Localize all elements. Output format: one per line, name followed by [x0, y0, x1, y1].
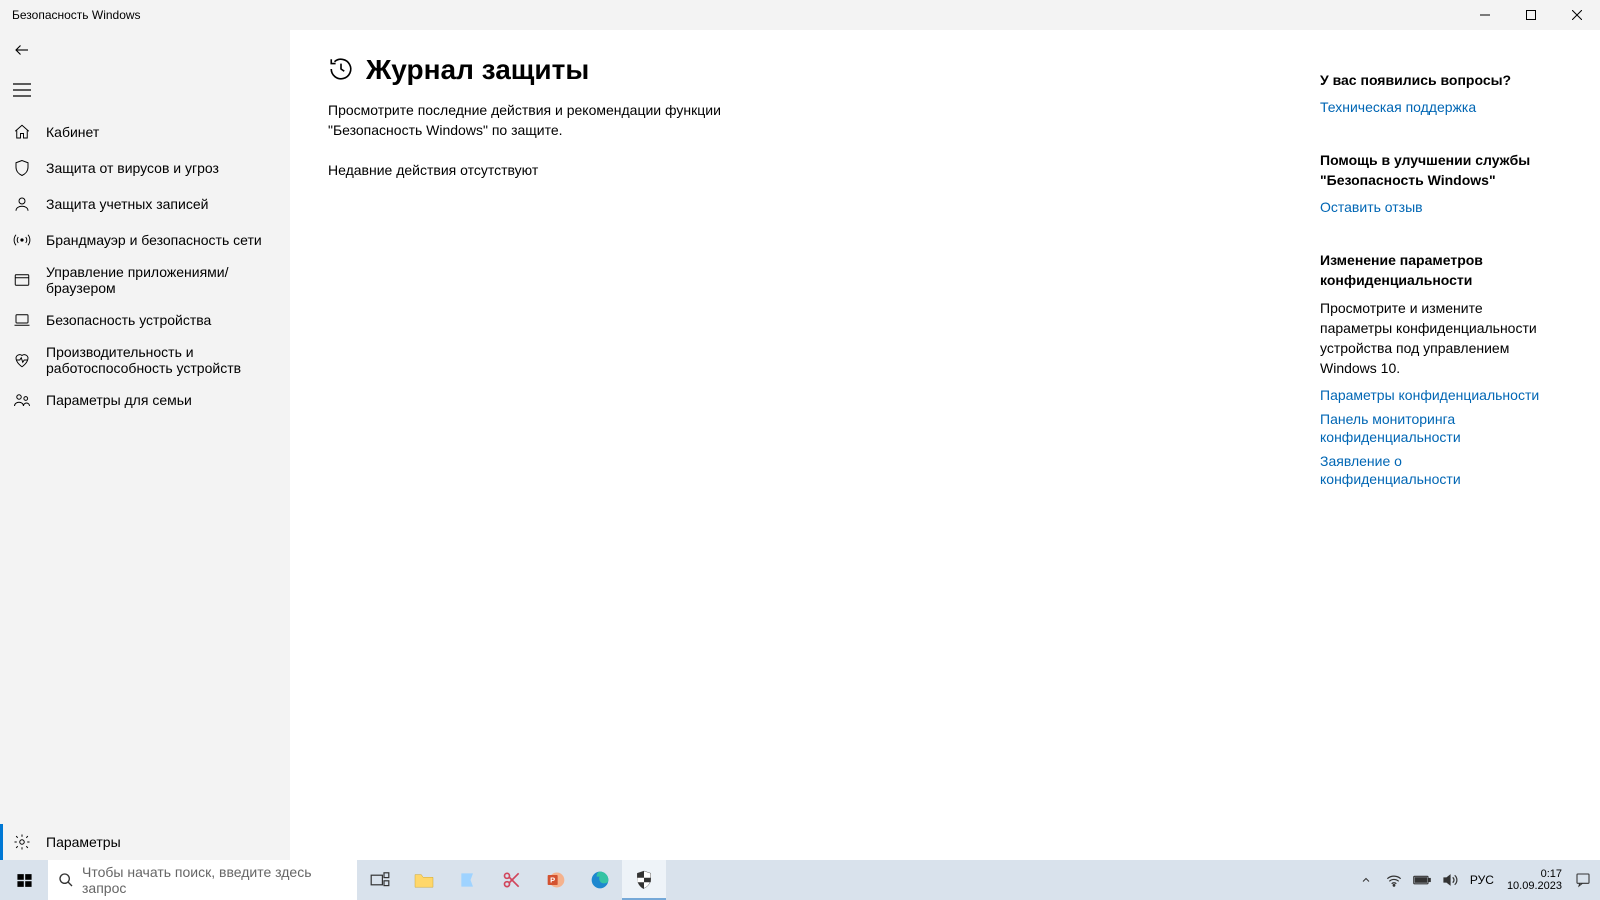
- sidebar-item-label: Кабинет: [46, 124, 99, 140]
- shield-icon: [635, 870, 653, 890]
- taskbar-search[interactable]: Чтобы начать поиск, введите здесь запрос: [48, 860, 358, 900]
- empty-state-text: Недавние действия отсутствуют: [328, 162, 1110, 178]
- sidebar-item-label: Защита учетных записей: [46, 196, 208, 212]
- tray-volume[interactable]: [1437, 860, 1463, 900]
- privacy-block: Изменение параметров конфиденциальности …: [1320, 250, 1540, 488]
- volume-icon: [1442, 873, 1458, 887]
- sidebar-item-account[interactable]: Защита учетных записей: [0, 186, 290, 222]
- tray-wifi[interactable]: [1381, 860, 1407, 900]
- back-button[interactable]: [0, 30, 290, 70]
- notification-icon: [1575, 872, 1591, 888]
- sidebar-item-perf[interactable]: Производительность и работоспособность у…: [0, 338, 290, 382]
- task-view-button[interactable]: [358, 860, 402, 900]
- sidebar-item-label: Управление приложениями/браузером: [46, 264, 280, 296]
- home-icon: [12, 122, 32, 142]
- sidebar-footer: Параметры: [0, 824, 290, 860]
- tray-date: 10.09.2023: [1507, 880, 1562, 892]
- hamburger-button[interactable]: [0, 70, 290, 110]
- system-tray: РУС 0:17 10.09.2023: [1353, 860, 1600, 900]
- sidebar-item-appbrowser[interactable]: Управление приложениями/браузером: [0, 258, 290, 302]
- close-button[interactable]: [1554, 0, 1600, 30]
- gear-icon: [12, 832, 32, 852]
- sidebar-item-firewall[interactable]: Брандмауэр и безопасность сети: [0, 222, 290, 258]
- taskbar-app-1[interactable]: [446, 860, 490, 900]
- sidebar-item-family[interactable]: Параметры для семьи: [0, 382, 290, 418]
- sidebar-item-label: Брандмауэр и безопасность сети: [46, 232, 262, 248]
- chevron-up-icon: [1360, 874, 1372, 886]
- window-icon: [12, 270, 32, 290]
- feedback-link[interactable]: Оставить отзыв: [1320, 198, 1540, 216]
- search-icon: [58, 872, 74, 888]
- feedback-block: Помощь в улучшении службы "Безопасность …: [1320, 150, 1540, 216]
- page-description: Просмотрите последние действия и рекомен…: [328, 100, 748, 140]
- tray-notifications[interactable]: [1570, 860, 1596, 900]
- sidebar-nav: Кабинет Защита от вирусов и угроз Защита…: [0, 114, 290, 418]
- page-title: Журнал защиты: [366, 54, 589, 86]
- questions-block: У вас появились вопросы? Техническая под…: [1320, 70, 1540, 116]
- signal-icon: [12, 230, 32, 250]
- titlebar: Безопасность Windows: [0, 0, 1600, 30]
- privacy-desc: Просмотрите и измените параметры конфиде…: [1320, 298, 1540, 378]
- privacy-settings-link[interactable]: Параметры конфиденциальности: [1320, 386, 1540, 404]
- battery-icon: [1413, 874, 1431, 886]
- taskbar-app-security[interactable]: [622, 860, 666, 900]
- sidebar-item-label: Защита от вирусов и угроз: [46, 160, 219, 176]
- person-icon: [12, 194, 32, 214]
- sidebar: Кабинет Защита от вирусов и угроз Защита…: [0, 30, 290, 860]
- taskbar-app-explorer[interactable]: [402, 860, 446, 900]
- edge-icon: [590, 870, 610, 890]
- family-icon: [12, 390, 32, 410]
- taskbar-app-powerpoint[interactable]: P: [534, 860, 578, 900]
- minimize-button[interactable]: [1462, 0, 1508, 30]
- questions-heading: У вас появились вопросы?: [1320, 70, 1540, 90]
- sidebar-item-label: Производительность и работоспособность у…: [46, 344, 280, 376]
- sidebar-item-label: Параметры для семьи: [46, 392, 192, 408]
- hamburger-icon: [12, 80, 32, 100]
- tray-language[interactable]: РУС: [1465, 860, 1499, 900]
- app-icon: [458, 870, 478, 890]
- windows-icon: [16, 872, 33, 889]
- feedback-heading: Помощь в улучшении службы "Безопасность …: [1320, 150, 1540, 190]
- tray-battery[interactable]: [1409, 860, 1435, 900]
- sidebar-item-device[interactable]: Безопасность устройства: [0, 302, 290, 338]
- scissors-icon: [502, 870, 522, 890]
- search-placeholder: Чтобы начать поиск, введите здесь запрос: [82, 864, 347, 896]
- sidebar-item-home[interactable]: Кабинет: [0, 114, 290, 150]
- tray-overflow-button[interactable]: [1353, 860, 1379, 900]
- tray-clock[interactable]: 0:17 10.09.2023: [1501, 868, 1568, 892]
- taskbar-app-snip[interactable]: [490, 860, 534, 900]
- side-panel: У вас появились вопросы? Техническая под…: [1320, 54, 1600, 860]
- support-link[interactable]: Техническая поддержка: [1320, 98, 1540, 116]
- sidebar-item-label: Безопасность устройства: [46, 312, 211, 328]
- main-content: Журнал защиты Просмотрите последние дейс…: [290, 30, 1600, 860]
- tray-time: 0:17: [1507, 868, 1562, 880]
- laptop-icon: [12, 310, 32, 330]
- arrow-left-icon: [12, 40, 32, 60]
- privacy-dashboard-link[interactable]: Панель мониторинга конфиденциальности: [1320, 410, 1540, 446]
- maximize-button[interactable]: [1508, 0, 1554, 30]
- wifi-icon: [1386, 873, 1402, 887]
- history-icon: [328, 56, 356, 84]
- privacy-statement-link[interactable]: Заявление о конфиденциальности: [1320, 452, 1540, 488]
- taskbar: Чтобы начать поиск, введите здесь запрос…: [0, 860, 1600, 900]
- task-view-icon: [370, 872, 390, 888]
- taskbar-app-edge[interactable]: [578, 860, 622, 900]
- folder-icon: [413, 871, 435, 889]
- window-title: Безопасность Windows: [0, 8, 141, 22]
- powerpoint-icon: P: [546, 870, 566, 890]
- shield-icon: [12, 158, 32, 178]
- sidebar-item-settings[interactable]: Параметры: [0, 824, 290, 860]
- privacy-heading: Изменение параметров конфиденциальности: [1320, 250, 1540, 290]
- sidebar-item-virus[interactable]: Защита от вирусов и угроз: [0, 150, 290, 186]
- svg-text:P: P: [550, 876, 555, 885]
- sidebar-item-label: Параметры: [46, 834, 121, 850]
- heart-icon: [12, 350, 32, 370]
- start-button[interactable]: [0, 860, 48, 900]
